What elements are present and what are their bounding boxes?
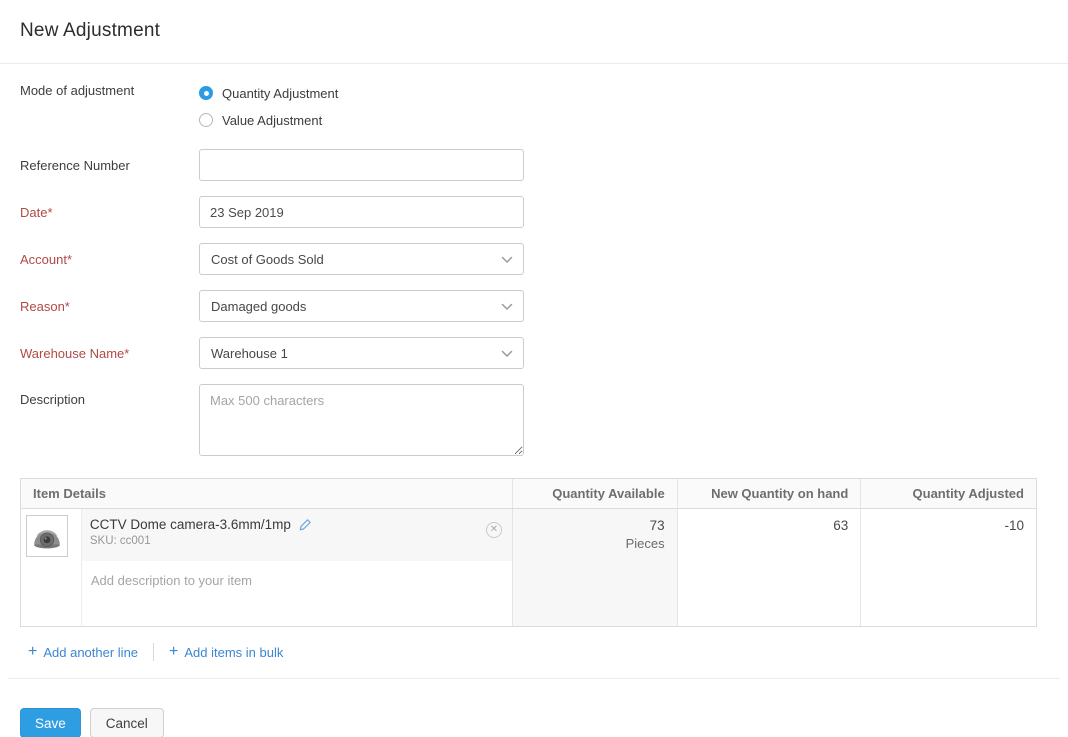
- new-adjustment-page: New Adjustment Mode of adjustment Quanti…: [0, 0, 1068, 737]
- reason-select-value: Damaged goods: [211, 299, 306, 314]
- page-title: New Adjustment: [20, 20, 1048, 42]
- item-details-table: Item Details Quantity Available New Quan…: [20, 478, 1037, 627]
- warehouse-select-value: Warehouse 1: [211, 346, 288, 361]
- item-thumbnail: [26, 515, 68, 557]
- item-thumbnail-cell: [21, 509, 81, 626]
- warehouse-row: Warehouse Name* Warehouse 1: [20, 337, 1048, 369]
- mode-radio-group: Quantity Adjustment Value Adjustment: [199, 79, 524, 134]
- item-description-input[interactable]: [82, 561, 486, 617]
- add-items-in-bulk-link[interactable]: + Add items in bulk: [169, 644, 283, 660]
- cctv-dome-camera-image: [28, 517, 66, 555]
- footer-actions: Save Cancel: [20, 708, 1068, 737]
- column-header-quantity-available: Quantity Available: [512, 479, 677, 508]
- item-row: CCTV Dome camera-3.6mm/1mp SKU: cc001 ✕ …: [21, 509, 1036, 626]
- quantity-adjusted-value: -10: [873, 518, 1024, 533]
- pencil-icon[interactable]: [298, 517, 313, 532]
- item-sku: SKU: cc001: [90, 535, 500, 547]
- item-summary-block: CCTV Dome camera-3.6mm/1mp SKU: cc001 ✕: [82, 509, 512, 561]
- item-name: CCTV Dome camera-3.6mm/1mp: [90, 517, 291, 532]
- radio-selected-icon[interactable]: [199, 86, 213, 100]
- warehouse-name-label: Warehouse Name*: [20, 337, 199, 369]
- quantity-adjustment-radio[interactable]: Quantity Adjustment: [199, 81, 524, 105]
- mode-of-adjustment-label: Mode of adjustment: [20, 79, 199, 134]
- account-label: Account*: [20, 243, 199, 275]
- account-row: Account* Cost of Goods Sold: [20, 243, 1048, 275]
- item-details-cell: CCTV Dome camera-3.6mm/1mp SKU: cc001 ✕: [81, 509, 512, 626]
- adjustment-form: Mode of adjustment Quantity Adjustment V…: [0, 64, 1068, 459]
- radio-unselected-icon[interactable]: [199, 113, 213, 127]
- warehouse-select[interactable]: Warehouse 1: [199, 337, 524, 369]
- new-quantity-on-hand-cell[interactable]: 63: [677, 509, 861, 626]
- description-row: Description: [20, 384, 1048, 459]
- reason-label: Reason*: [20, 290, 199, 322]
- account-select-value: Cost of Goods Sold: [211, 252, 324, 267]
- quantity-available-value: 73: [525, 518, 665, 533]
- value-adjustment-radio-label: Value Adjustment: [222, 113, 322, 128]
- add-another-line-label: Add another line: [43, 645, 138, 660]
- reason-select[interactable]: Damaged goods: [199, 290, 524, 322]
- value-adjustment-radio[interactable]: Value Adjustment: [199, 108, 524, 132]
- date-label: Date*: [20, 196, 199, 228]
- account-select[interactable]: Cost of Goods Sold: [199, 243, 524, 275]
- quantity-unit: Pieces: [525, 536, 665, 551]
- table-header-row: Item Details Quantity Available New Quan…: [21, 479, 1036, 509]
- mode-of-adjustment-row: Mode of adjustment Quantity Adjustment V…: [20, 79, 1048, 134]
- circle-x-icon[interactable]: ✕: [486, 522, 502, 538]
- new-quantity-on-hand-value: 63: [690, 518, 849, 533]
- cancel-button[interactable]: Cancel: [90, 708, 164, 737]
- quantity-available-cell: 73 Pieces: [512, 509, 677, 626]
- date-input[interactable]: [199, 196, 524, 228]
- description-textarea[interactable]: [199, 384, 524, 456]
- link-divider: [153, 643, 154, 661]
- quantity-adjusted-cell[interactable]: -10: [860, 509, 1036, 626]
- quantity-adjustment-radio-label: Quantity Adjustment: [222, 86, 338, 101]
- reference-number-row: Reference Number: [20, 149, 1048, 181]
- reference-number-input[interactable]: [199, 149, 524, 181]
- column-header-item-details: Item Details: [21, 479, 512, 508]
- date-row: Date*: [20, 196, 1048, 228]
- chevron-down-icon: [501, 299, 513, 314]
- table-action-links: + Add another line + Add items in bulk: [28, 643, 1068, 661]
- add-items-in-bulk-label: Add items in bulk: [184, 645, 283, 660]
- description-label: Description: [20, 384, 199, 459]
- column-header-quantity-adjusted: Quantity Adjusted: [860, 479, 1036, 508]
- plus-icon: +: [169, 644, 178, 660]
- chevron-down-icon: [501, 346, 513, 361]
- reason-row: Reason* Damaged goods: [20, 290, 1048, 322]
- reference-number-label: Reference Number: [20, 149, 199, 181]
- add-another-line-link[interactable]: + Add another line: [28, 644, 138, 660]
- page-header: New Adjustment: [0, 0, 1068, 64]
- footer-divider: [8, 678, 1060, 679]
- plus-icon: +: [28, 644, 37, 660]
- column-header-new-quantity-on-hand: New Quantity on hand: [677, 479, 861, 508]
- chevron-down-icon: [501, 252, 513, 267]
- save-button[interactable]: Save: [20, 708, 81, 737]
